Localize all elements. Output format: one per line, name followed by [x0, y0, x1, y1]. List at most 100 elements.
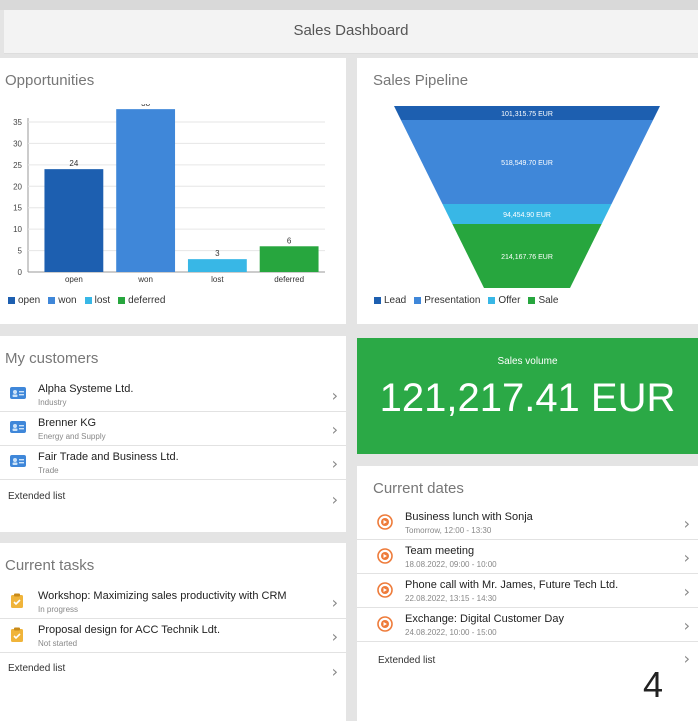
chevron-right-icon: › — [331, 454, 338, 473]
list-item[interactable]: Fair Trade and Business Ltd. Trade › — [0, 446, 346, 480]
funnel-value-label: 214,167.76 EUR — [501, 254, 553, 261]
bar-value-label: 3 — [215, 249, 220, 258]
appointment-icon — [377, 514, 393, 530]
customers-title: My customers — [5, 350, 99, 367]
opportunities-card: Opportunities 0 5 10 15 20 25 30 35 24 open 38 won 3… — [0, 58, 346, 324]
tasks-extended-list-link[interactable]: Extended list — [8, 663, 65, 674]
list-item[interactable]: Brenner KG Energy and Supply › — [0, 412, 346, 446]
legend-item: Lead — [374, 295, 406, 306]
list-item-subtitle: Trade — [38, 466, 59, 475]
customers-extended-list-link[interactable]: Extended list — [8, 491, 65, 502]
y-tick-label: 5 — [18, 247, 23, 256]
list-item[interactable]: Workshop: Maximizing sales productivity … — [0, 585, 346, 619]
list-item[interactable]: Business lunch with Sonja Tomorrow, 12:00… — [357, 506, 698, 540]
list-item-title: Team meeting — [405, 545, 475, 557]
x-tick-label: lost — [211, 275, 224, 284]
legend-swatch — [374, 297, 381, 304]
appointment-icon — [377, 548, 393, 564]
list-item-subtitle: Industry — [38, 398, 67, 407]
y-tick-label: 15 — [13, 204, 22, 213]
list-item-subtitle: Energy and Supply — [38, 432, 106, 441]
list-item[interactable]: Team meeting 18.08.2022, 09:00 - 10:00 › — [357, 540, 698, 574]
task-clipboard-icon — [10, 627, 26, 643]
y-tick-label: 0 — [18, 268, 23, 277]
list-item-title: Phone call with Mr. James, Future Tech L… — [405, 579, 619, 591]
list-item[interactable]: Phone call with Mr. James, Future Tech L… — [357, 574, 698, 608]
bar-value-label: 24 — [69, 159, 78, 168]
list-item-title: Brenner KG — [38, 417, 97, 429]
chevron-right-icon: › — [683, 616, 690, 635]
bar-open[interactable] — [44, 169, 104, 272]
y-tick-label: 20 — [13, 182, 22, 191]
legend-item: Offer — [488, 295, 520, 306]
customer-card-icon — [10, 454, 26, 470]
y-tick-label: 35 — [13, 118, 22, 127]
tasks-extended-list-row[interactable]: Extended list › — [0, 654, 346, 684]
funnel-value-label: 518,549.70 EUR — [501, 160, 553, 167]
chevron-right-icon: › — [331, 593, 338, 612]
pipeline-card: Sales Pipeline 101,315.75 EUR 518,549.70 … — [357, 58, 698, 324]
bar-deferred[interactable] — [259, 246, 319, 272]
legend-swatch — [84, 297, 92, 304]
legend-label: Presentation — [424, 295, 481, 306]
list-item-subtitle: Not started — [38, 639, 78, 648]
chevron-right-icon: › — [683, 514, 690, 533]
list-item-subtitle: In progress — [38, 605, 79, 614]
bar-lost[interactable] — [187, 259, 247, 272]
legend-swatch — [118, 297, 126, 304]
x-tick-label: won — [137, 275, 153, 284]
legend-item: deferred — [118, 295, 165, 306]
legend-label: open — [18, 295, 41, 306]
list-item-subtitle: 22.08.2022, 13:15 - 14:30 — [405, 594, 497, 603]
bar-value-label: 38 — [141, 104, 150, 108]
y-tick-label: 10 — [13, 225, 22, 234]
chevron-right-icon: › — [331, 662, 338, 681]
sales-volume-label: Sales volume — [497, 356, 558, 367]
legend-item: open — [8, 295, 40, 306]
opportunities-title: Opportunities — [5, 72, 95, 89]
list-item[interactable]: Alpha Systeme Ltd. Industry › — [0, 378, 346, 412]
pipeline-funnel-chart: 101,315.75 EUR 518,549.70 EUR 94,454.90 EU… — [394, 106, 660, 288]
list-item[interactable]: Exchange: Digital Customer Day 24.08.2022… — [357, 608, 698, 642]
tasks-title: Current tasks — [5, 557, 95, 574]
list-item-title: Proposal design for ACC Technik Ldt. — [38, 624, 221, 636]
legend-item: Sale — [528, 295, 558, 306]
dates-title: Current dates — [373, 480, 464, 497]
y-tick-label: 25 — [13, 161, 22, 170]
list-item-title: Workshop: Maximizing sales productivity … — [38, 590, 287, 602]
legend-label: Lead — [384, 295, 407, 306]
chevron-right-icon: › — [331, 627, 338, 646]
page-title: Sales Dashboard — [4, 10, 698, 54]
customers-extended-list-row[interactable]: Extended list › — [0, 482, 346, 512]
list-item[interactable]: Proposal design for ACC Technik Ldt. Not … — [0, 619, 346, 653]
page-number: 4 — [643, 664, 664, 705]
list-item-subtitle: 18.08.2022, 09:00 - 10:00 — [405, 560, 497, 569]
pipeline-title: Sales Pipeline — [373, 72, 469, 89]
legend-label: Sale — [538, 295, 559, 306]
legend-label: won — [58, 295, 77, 306]
appointment-icon — [377, 616, 393, 632]
x-tick-label: open — [65, 275, 83, 284]
legend-item: lost — [84, 295, 111, 306]
chevron-right-icon: › — [683, 548, 690, 567]
funnel-value-label: 94,454.90 EUR — [503, 212, 551, 219]
list-item-title: Fair Trade and Business Ltd. — [38, 451, 179, 463]
task-clipboard-icon — [10, 593, 26, 609]
tasks-card: Current tasks Workshop: Maximizing sales… — [0, 543, 346, 721]
list-item-subtitle: Tomorrow, 12:00 - 13:30 — [405, 526, 492, 535]
dates-extended-list-link[interactable]: Extended list — [378, 655, 435, 666]
list-item-title: Alpha Systeme Ltd. — [38, 383, 134, 395]
bar-won[interactable] — [116, 109, 176, 273]
chevron-right-icon: › — [331, 386, 338, 405]
legend-swatch — [488, 297, 496, 304]
chevron-right-icon: › — [683, 649, 690, 668]
customers-card: My customers Alpha Systeme Ltd. Industry ›… — [0, 336, 346, 532]
sales-volume-tile[interactable]: Sales volume 121,217.41 EUR — [357, 338, 698, 454]
legend-swatch — [8, 297, 15, 304]
legend-label: lost — [94, 295, 111, 306]
legend-swatch — [528, 297, 536, 304]
opportunities-chart: 0 5 10 15 20 25 30 35 24 open 38 won 3 lost 6 deferred — [13, 104, 325, 284]
pipeline-legend: Lead Presentation Offer Sale — [374, 295, 558, 306]
chevron-right-icon: › — [331, 420, 338, 439]
opportunities-legend: open won lost deferred — [8, 295, 165, 306]
